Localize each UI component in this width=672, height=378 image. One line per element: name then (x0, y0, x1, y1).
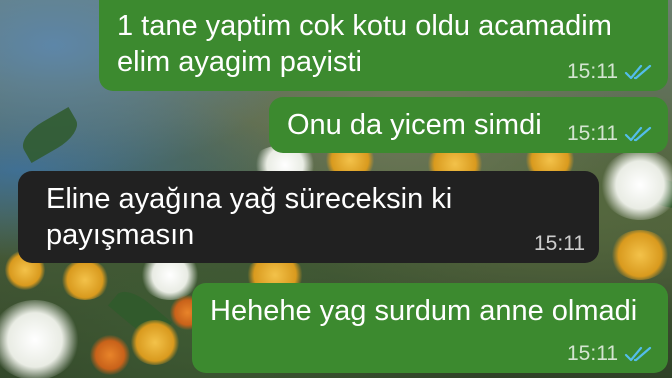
message-meta: 15:11 (567, 61, 654, 83)
message-text: Hehehe yag surdum anne olmadi (210, 295, 638, 327)
double-check-icon (624, 64, 652, 80)
message-bubble-outgoing[interactable]: Onu da yicem simdi 15:11 (269, 97, 668, 153)
message-bubble-outgoing[interactable]: Hehehe yag surdum anne olmadi 15:11 (192, 283, 668, 373)
message-meta: 15:11 (534, 233, 585, 255)
message-bubble-outgoing[interactable]: 1 tane yaptim cok kotu oldu acamadim eli… (99, 0, 668, 91)
message-meta: 15:11 (567, 123, 654, 145)
message-time: 15:11 (567, 60, 618, 83)
message-text: Eline ayağına yağ süreceksin ki payışmas… (46, 183, 453, 251)
message-time: 15:11 (567, 122, 618, 145)
message-time: 15:11 (567, 342, 618, 365)
message-bubble-incoming[interactable]: Eline ayağına yağ süreceksin ki payışmas… (18, 171, 599, 263)
chat-area[interactable]: 1 tane yaptim cok kotu oldu acamadim eli… (0, 0, 672, 378)
message-meta: 15:11 (567, 343, 654, 365)
double-check-icon (624, 346, 652, 362)
message-time: 15:11 (534, 232, 585, 255)
double-check-icon (624, 126, 652, 142)
